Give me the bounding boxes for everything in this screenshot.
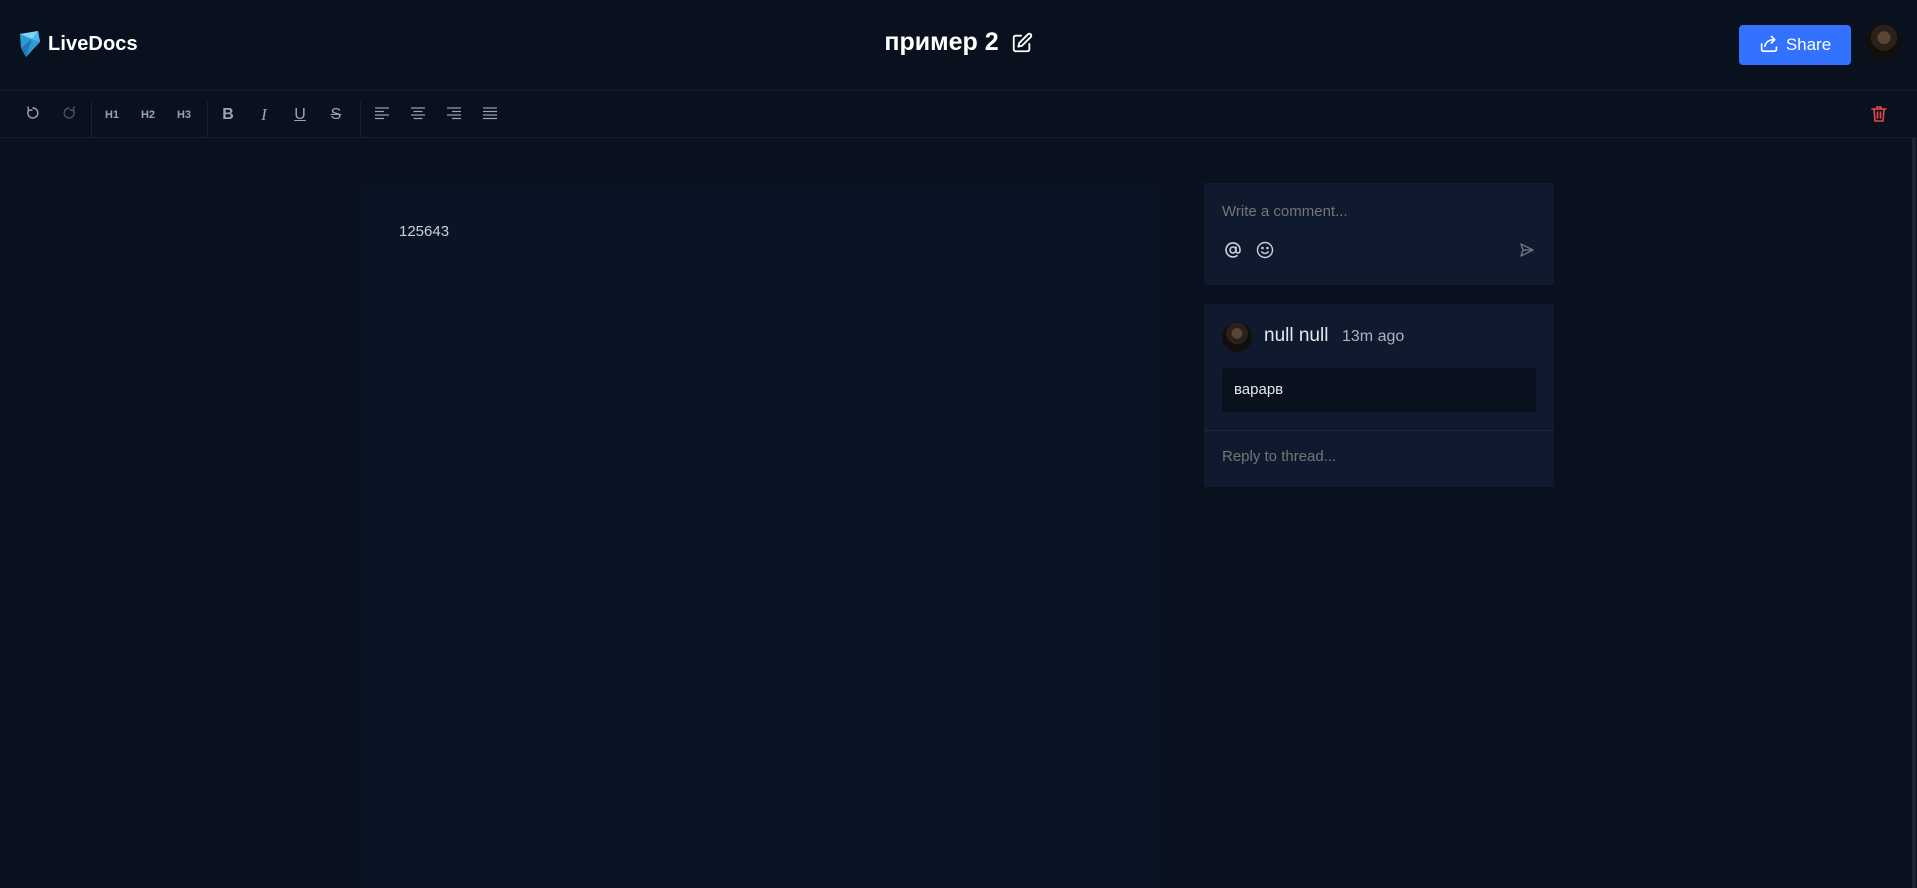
thread-divider (1204, 430, 1554, 431)
comment-timestamp: 13m ago (1342, 328, 1405, 345)
underline-button[interactable]: U (287, 102, 313, 128)
align-left-button[interactable] (369, 102, 395, 128)
undo-button[interactable] (20, 102, 46, 128)
reply-input[interactable] (1222, 448, 1522, 465)
comment-message-text: варарв (1234, 381, 1284, 398)
align-right-button[interactable] (441, 102, 467, 128)
comment-author-name: null null (1264, 325, 1329, 346)
align-center-button[interactable] (405, 102, 431, 128)
strikethrough-icon: S (330, 106, 342, 123)
trash-icon (1871, 105, 1887, 128)
share-button[interactable]: Share (1739, 25, 1851, 65)
align-left-icon (374, 106, 390, 125)
heading-2-label: H2 (140, 109, 156, 121)
undo-icon (25, 105, 41, 126)
send-comment-button[interactable] (1516, 241, 1538, 263)
mention-icon (1224, 241, 1242, 264)
heading-1-button[interactable]: H1 (99, 102, 125, 128)
mention-button[interactable] (1222, 241, 1244, 263)
comment-author-avatar (1222, 322, 1252, 352)
strikethrough-button[interactable]: S (323, 102, 349, 128)
toolbar-divider (207, 102, 208, 138)
comment-input[interactable] (1222, 203, 1522, 220)
document-title[interactable]: пример 2 (884, 28, 998, 57)
share-button-label: Share (1785, 35, 1832, 54)
align-justify-icon (482, 106, 498, 125)
emoji-icon (1256, 241, 1274, 264)
heading-3-label: H3 (176, 109, 192, 121)
comment-thread: null null 13m ago варарв (1204, 304, 1554, 487)
document-content[interactable]: 125643 (399, 223, 449, 240)
document-title-area: пример 2 (0, 28, 1917, 57)
align-right-icon (446, 106, 462, 125)
page-scrollbar[interactable] (1912, 138, 1916, 888)
align-justify-button[interactable] (477, 102, 503, 128)
app-header: LiveDocs пример 2 Share (0, 0, 1917, 91)
share-icon (1759, 34, 1779, 57)
bold-icon: B (222, 106, 234, 123)
heading-2-button[interactable]: H2 (135, 102, 161, 128)
italic-button[interactable]: I (251, 102, 277, 128)
emoji-button[interactable] (1254, 241, 1276, 263)
edit-icon[interactable] (1011, 32, 1033, 54)
delete-document-button[interactable] (1867, 104, 1891, 128)
bold-button[interactable]: B (215, 102, 241, 128)
new-comment-composer (1204, 183, 1554, 285)
toolbar-divider (91, 102, 92, 138)
document-editor[interactable]: 125643 (359, 183, 1159, 888)
user-avatar[interactable] (1866, 24, 1902, 60)
align-center-icon (410, 106, 426, 125)
redo-button[interactable] (56, 102, 82, 128)
italic-icon: I (261, 105, 267, 124)
heading-3-button[interactable]: H3 (171, 102, 197, 128)
heading-1-label: H1 (104, 109, 120, 121)
comment-message: варарв (1222, 368, 1536, 412)
redo-icon (61, 105, 77, 126)
toolbar-divider (360, 102, 361, 138)
send-icon (1519, 242, 1535, 263)
underline-icon: U (294, 106, 306, 123)
